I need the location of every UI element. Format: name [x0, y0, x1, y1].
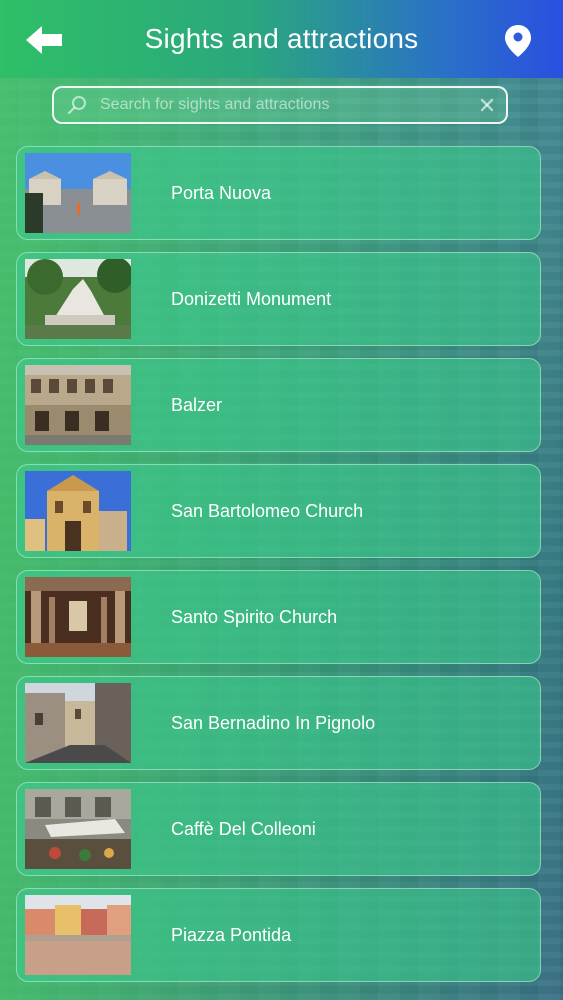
attraction-thumbnail [25, 471, 131, 551]
magnifier-icon [66, 94, 88, 116]
attractions-list: Porta Nuova Donizetti Monument Balzer Sa… [16, 146, 541, 994]
list-item[interactable]: Piazza Pontida [16, 888, 541, 982]
attraction-thumbnail [25, 365, 131, 445]
list-item[interactable]: Donizetti Monument [16, 252, 541, 346]
list-item-label: Porta Nuova [171, 183, 272, 203]
attraction-thumbnail [25, 789, 131, 869]
list-item-label: Caffè Del Colleoni [171, 819, 316, 839]
list-item-label: Santo Spirito Church [171, 607, 338, 627]
list-item[interactable]: Caffè Del Colleoni [16, 782, 541, 876]
map-pin-icon [505, 25, 531, 57]
arrow-left-icon [26, 26, 62, 54]
list-item-label: San Bernadino In Pignolo [171, 713, 376, 733]
app-header: Sights and attractions [0, 0, 563, 78]
attraction-thumbnail [25, 683, 131, 763]
list-item-label: Balzer [171, 395, 223, 415]
list-item[interactable]: Porta Nuova [16, 146, 541, 240]
search-input[interactable] [98, 89, 476, 121]
close-icon[interactable] [476, 94, 498, 116]
attraction-thumbnail [25, 153, 131, 233]
list-item[interactable]: San Bernadino In Pignolo [16, 676, 541, 770]
list-item[interactable]: Balzer [16, 358, 541, 452]
attraction-thumbnail [25, 259, 131, 339]
map-location-button[interactable] [503, 24, 533, 58]
search-bar [52, 86, 508, 124]
list-item[interactable]: Santo Spirito Church [16, 570, 541, 664]
list-item[interactable]: San Bartolomeo Church [16, 464, 541, 558]
list-item-label: San Bartolomeo Church [171, 501, 364, 521]
attraction-thumbnail [25, 895, 131, 975]
back-button[interactable] [24, 22, 64, 58]
page-title: Sights and attractions [144, 23, 419, 54]
list-item-label: Piazza Pontida [171, 925, 292, 945]
list-item-label: Donizetti Monument [171, 289, 332, 309]
attraction-thumbnail [25, 577, 131, 657]
